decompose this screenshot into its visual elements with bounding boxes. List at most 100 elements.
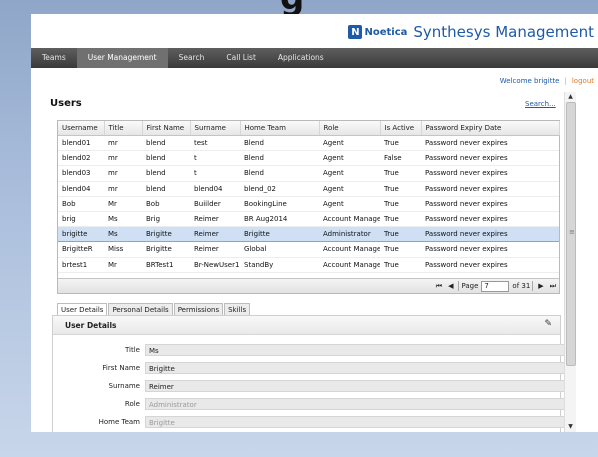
table-header-row: Username Title First Name Surname Home Team R… (58, 121, 560, 136)
table-cell: Reimer (190, 241, 240, 258)
nav-item-call-list[interactable]: Call List (215, 48, 267, 68)
column-header[interactable]: Home Team (240, 121, 320, 136)
table-cell: Blend (240, 150, 319, 167)
table-cell: True (380, 257, 421, 273)
table-cell: Agent (319, 181, 380, 197)
table-row[interactable]: brigitte Ms Brigitte Reimer Brigitte Administ… (58, 226, 559, 243)
table-row[interactable]: blend03 mr blend t Blend Agent True Password ne… (58, 165, 559, 182)
table-cell: mr (104, 150, 142, 167)
table-row[interactable]: blend04 mr blend blend04 blend_02 Agent True Pa… (58, 181, 559, 197)
column-header[interactable]: Title (104, 121, 143, 136)
field-value: Ms (149, 347, 159, 355)
user-details-panel: User Details ✎ Title Ms First Name Brigitte… (52, 315, 573, 432)
table-cell: Global (240, 241, 319, 258)
table-cell: blend03 (58, 165, 104, 182)
table-cell: Blend (240, 135, 319, 152)
pager: ⏮ ◀ Page 7 of 31 ▶ ⏭ (58, 278, 559, 293)
detail-field-row: First Name Brigitte (53, 362, 573, 375)
detail-field-row: Surname Reimer (53, 380, 573, 393)
page-scrollbar[interactable]: ▲ ≡ ▼ (564, 92, 576, 432)
field-input[interactable]: Ms (145, 344, 573, 356)
column-header[interactable]: Role (319, 121, 381, 136)
search-link[interactable]: Search... (525, 100, 556, 108)
table-cell: Password never expires (421, 241, 559, 258)
column-header[interactable]: First Name (142, 121, 191, 136)
table-cell: mr (104, 135, 142, 152)
background-title-fragment: g (280, 0, 304, 14)
table-cell: Br-NewUser1 (190, 257, 240, 273)
field-label: First Name (102, 364, 140, 372)
table-cell: brig (58, 211, 104, 228)
column-header[interactable]: Password Expiry Date (421, 121, 560, 136)
table-cell: True (380, 135, 421, 152)
first-page-icon[interactable]: ⏮ (436, 282, 442, 291)
table-cell: Mr (104, 257, 142, 273)
table-cell: Brigitte (142, 241, 190, 258)
table-cell: Bob (142, 196, 190, 212)
table-row[interactable]: blend01 mr blend test Blend Agent True Password… (58, 135, 559, 152)
table-cell: blend (142, 135, 190, 152)
table-cell: Agent (319, 150, 380, 167)
field-input[interactable]: Brigitte (145, 362, 573, 374)
column-header[interactable]: Username (58, 121, 105, 136)
table-row[interactable]: brig Ms Brig Reimer BR Aug2014 Account Manage… (58, 211, 559, 228)
table-cell: Administrator (319, 226, 380, 243)
scrollbar-thumb[interactable]: ≡ (566, 102, 576, 366)
field-input[interactable]: Reimer (145, 380, 573, 392)
table-cell: Mr (104, 196, 142, 212)
detail-field-row: Role Administrator▼ (53, 398, 573, 411)
page-label: Page (461, 282, 479, 290)
field-value: Administrator (149, 401, 197, 409)
table-cell: Reimer (190, 211, 240, 228)
pager-divider (532, 281, 534, 291)
users-grid: Username Title First Name Surname Home Team R… (57, 120, 560, 294)
pencil-icon[interactable]: ✎ (544, 319, 552, 329)
field-label: Title (124, 346, 140, 354)
scroll-up-icon[interactable]: ▲ (565, 92, 576, 102)
grip-icon: ≡ (569, 228, 575, 236)
table-cell: Password never expires (421, 211, 559, 228)
table-cell: Password never expires (421, 181, 559, 197)
next-page-icon[interactable]: ▶ (538, 282, 543, 290)
page-number-input[interactable]: 7 (481, 280, 510, 292)
scroll-down-icon[interactable]: ▼ (565, 422, 576, 432)
nav-item-teams[interactable]: Teams (31, 48, 77, 68)
table-cell: Password never expires (421, 226, 559, 243)
field-label: Home Team (98, 418, 140, 426)
nav-item-applications[interactable]: Applications (267, 48, 335, 68)
field-label: Surname (108, 382, 141, 390)
details-title: User Details (65, 321, 117, 330)
table-cell: brigitte (58, 226, 104, 243)
nav-item-search[interactable]: Search (168, 48, 216, 68)
page-count: of 31 (512, 282, 531, 290)
table-cell: Blend (240, 165, 319, 182)
table-row[interactable]: blend02 mr blend t Blend Agent False Password n… (58, 150, 559, 167)
table-cell: Password never expires (421, 135, 559, 152)
table-cell: BR Aug2014 (240, 211, 319, 228)
column-header[interactable]: Surname (190, 121, 241, 136)
app-window: N Noetica Synthesys Management Teams Use… (31, 14, 598, 432)
field-select[interactable]: Administrator▼ (145, 398, 573, 410)
table-cell: mr (104, 165, 142, 182)
table-cell: BRTest1 (142, 257, 190, 273)
prev-page-icon[interactable]: ◀ (448, 282, 453, 290)
nav-item-user-management[interactable]: User Management (76, 48, 168, 68)
table-cell: Brig (142, 211, 190, 228)
field-value: Brigitte (149, 419, 175, 427)
table-cell: blend01 (58, 135, 104, 152)
welcome-bar: Welcome brigitte | logout (500, 77, 594, 85)
table-row[interactable]: brtest1 Mr BRTest1 Br-NewUser1 StandBy Accoun… (58, 257, 559, 273)
logout-link[interactable]: logout (572, 77, 594, 85)
last-page-icon[interactable]: ⏭ (550, 282, 556, 291)
table-cell: BrigitteR (58, 241, 104, 258)
field-select[interactable]: Brigitte▼ (145, 416, 573, 428)
column-header[interactable]: Is Active (380, 121, 422, 136)
table-cell: blend (142, 181, 190, 197)
table-cell: test (190, 135, 240, 152)
table-cell: t (190, 165, 240, 182)
main-nav: Teams User Management Search Call List A… (31, 48, 598, 68)
table-row[interactable]: BrigitteR Miss Brigitte Reimer Global Account… (58, 241, 559, 258)
welcome-text: Welcome brigitte (499, 77, 560, 85)
table-row[interactable]: Bob Mr Bob Buiilder BookingLine Agent True Pass… (58, 196, 559, 212)
table-cell: Password never expires (421, 196, 559, 212)
